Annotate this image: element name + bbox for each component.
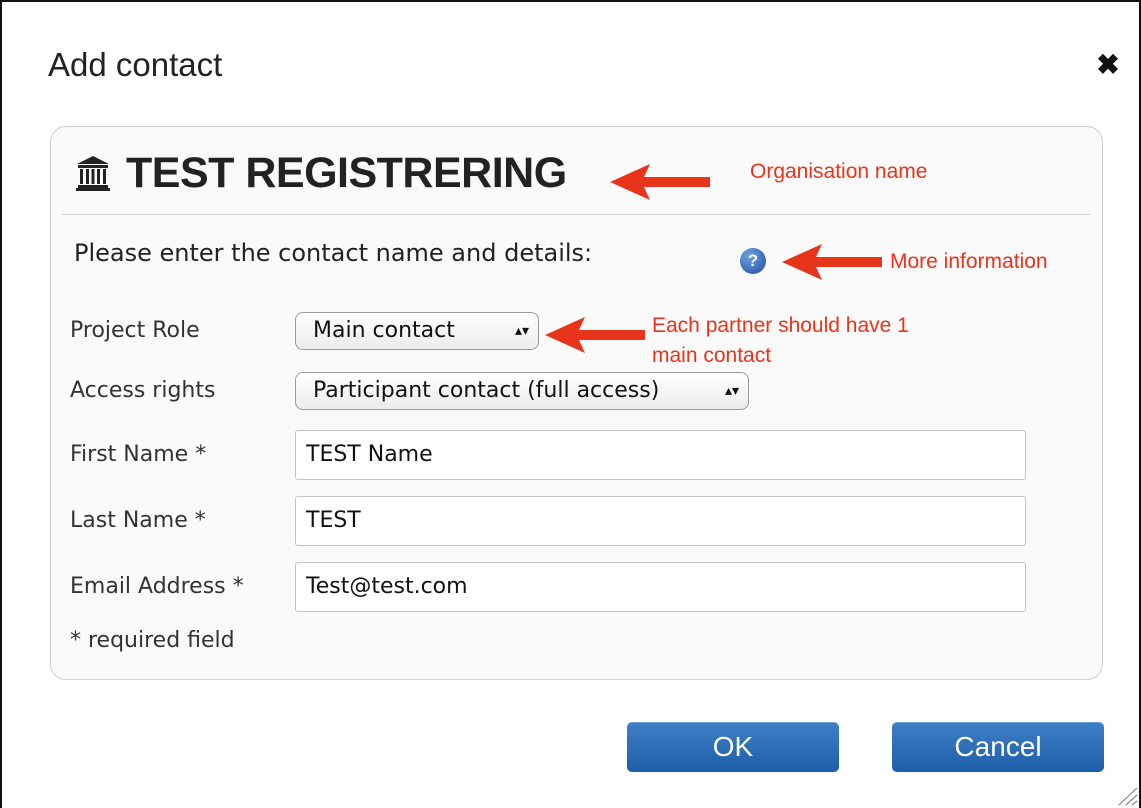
access-rights-select[interactable]: Participant contact (full access) ▴▾ — [295, 372, 749, 410]
annotation-more-information: More information — [890, 250, 1048, 273]
cancel-button[interactable]: Cancel — [892, 722, 1104, 772]
divider — [62, 214, 1090, 215]
resize-handle-icon[interactable] — [1114, 784, 1138, 806]
email-field[interactable]: Test@test.com — [295, 562, 1026, 612]
dialog-title: Add contact — [48, 46, 223, 83]
email-label: Email Address * — [70, 574, 244, 599]
last-name-field[interactable]: TEST — [295, 496, 1026, 546]
annotation-organisation-name: Organisation name — [750, 160, 928, 183]
first-name-label: First Name * — [70, 442, 207, 467]
select-arrows-icon: ▴▾ — [724, 383, 739, 399]
select-arrows-icon: ▴▾ — [514, 323, 529, 339]
organisation-name: TEST REGISTRERING — [126, 149, 567, 197]
project-role-select[interactable]: Main contact ▴▾ — [295, 312, 539, 350]
first-name-field[interactable]: TEST Name — [295, 430, 1026, 480]
annotation-arrow-icon — [545, 317, 645, 353]
ok-button[interactable]: OK — [627, 722, 839, 772]
access-rights-label: Access rights — [70, 378, 216, 403]
required-field-note: * required field — [70, 628, 235, 653]
close-icon[interactable]: ✖ — [1093, 50, 1123, 80]
project-role-value: Main contact — [313, 318, 455, 343]
annotation-arrow-icon — [782, 244, 882, 280]
annotation-arrow-icon — [610, 164, 710, 200]
last-name-label: Last Name * — [70, 508, 206, 533]
help-icon[interactable]: ? — [740, 248, 766, 274]
annotation-main-contact-line2: main contact — [652, 344, 772, 367]
institution-icon — [76, 156, 110, 191]
annotation-main-contact-line1: Each partner should have 1 — [652, 314, 909, 337]
intro-text: Please enter the contact name and detail… — [74, 239, 593, 267]
project-role-label: Project Role — [70, 318, 200, 343]
access-rights-value: Participant contact (full access) — [313, 378, 660, 403]
